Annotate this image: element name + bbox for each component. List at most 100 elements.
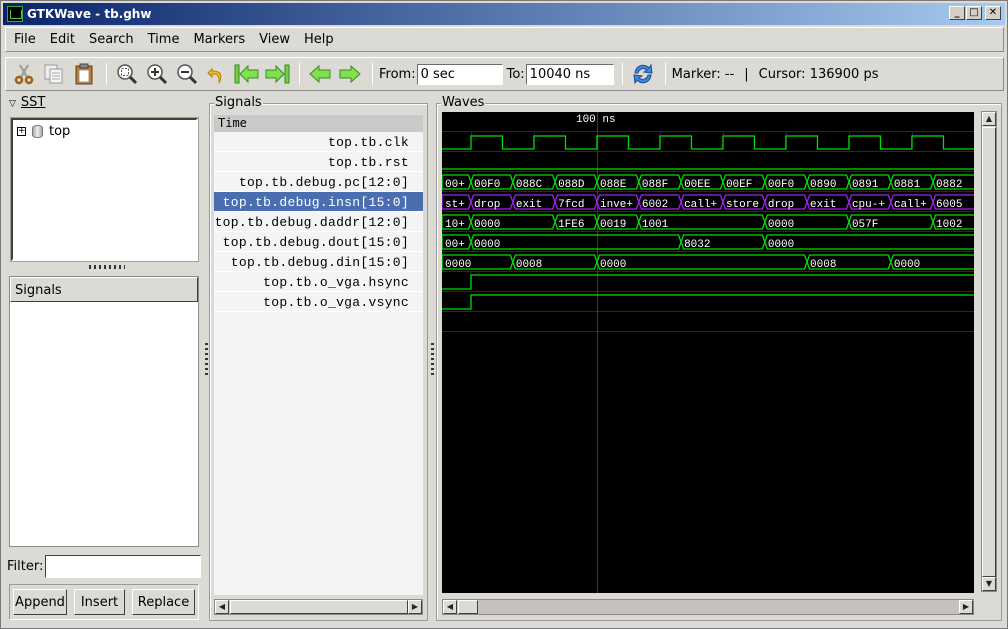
signal-row-vsync[interactable]: top.tb.o_vga.vsync (214, 292, 423, 312)
pc-value-label: 00F0 (474, 179, 500, 191)
scroll-thumb[interactable] (458, 600, 478, 614)
expand-icon[interactable]: + (17, 127, 26, 136)
din-value-label: 0000 (445, 259, 471, 271)
marker-readout: Marker: -- (671, 66, 735, 82)
to-input[interactable] (525, 63, 614, 85)
zoom-fit-icon (117, 64, 138, 85)
signal-row-pc[interactable]: top.tb.debug.pc[12:0] (214, 172, 423, 192)
signal-row-din[interactable]: top.tb.debug.din[15:0] (214, 252, 423, 272)
signals-hscrollbar[interactable]: ◀ ▶ (214, 599, 423, 615)
scroll-thumb[interactable] (230, 600, 408, 614)
signal-row-daddr[interactable]: top.tb.debug.daddr[12:0] (214, 212, 423, 232)
menu-edit[interactable]: Edit (50, 32, 75, 47)
pane-resize-handle[interactable] (89, 265, 125, 269)
scroll-thumb[interactable] (982, 127, 996, 577)
menu-view[interactable]: View (259, 32, 290, 47)
signal-row-hsync[interactable]: top.tb.o_vga.hsync (214, 272, 423, 292)
din-value-label: 0000 (894, 259, 920, 271)
daddr-value-label: 0000 (474, 219, 500, 231)
scroll-right-arrow-icon[interactable]: ▶ (408, 600, 422, 614)
toolbar-separator (664, 63, 666, 85)
waves-canvas[interactable]: 100 ns 00+ 00F0 088C 088D 088E 088F 00EE 00EF 00F… (442, 112, 974, 593)
maximize-button[interactable]: □ (966, 6, 982, 20)
pc-value-label: 088F (642, 179, 668, 191)
sst-signals-header[interactable]: Signals (10, 277, 198, 302)
pane-resize-handle[interactable] (431, 343, 434, 377)
close-button[interactable]: ✕ (985, 6, 1001, 20)
scroll-left-arrow-icon[interactable]: ◀ (215, 600, 229, 614)
menu-time[interactable]: Time (148, 32, 180, 47)
jump-start-button[interactable] (233, 60, 261, 88)
next-edge-button[interactable] (336, 60, 364, 88)
pc-value-label: 0881 (894, 179, 921, 191)
cut-button[interactable] (10, 60, 38, 88)
sst-signals-list[interactable]: Signals (9, 276, 199, 547)
waves-vscrollbar[interactable]: ▲ ▼ (981, 111, 997, 592)
signal-row-insn[interactable]: top.tb.debug.insn[15:0] (214, 192, 423, 212)
zoom-in-icon (147, 64, 168, 85)
daddr-value-label: 1FE6 (558, 219, 584, 231)
pc-value-label: 00F0 (768, 179, 794, 191)
sst-tree[interactable]: + top (11, 118, 198, 261)
signal-row-dout[interactable]: top.tb.debug.dout[15:0] (214, 232, 423, 252)
undo-zoom-icon (207, 67, 222, 84)
insert-button[interactable]: Insert (74, 589, 125, 615)
undo-zoom-button[interactable] (203, 60, 231, 88)
signal-row-clk[interactable]: top.tb.clk (214, 132, 423, 152)
daddr-value-label: 1001 (642, 219, 669, 231)
paste-button[interactable] (70, 60, 98, 88)
insn-value-label: inve+ (600, 199, 633, 211)
to-label: To: (506, 66, 525, 82)
signal-row-rst[interactable]: top.tb.rst (214, 152, 423, 172)
minimize-button[interactable]: _ (949, 6, 965, 20)
pane-resize-handle[interactable] (205, 343, 208, 377)
append-button[interactable]: Append (13, 589, 67, 615)
insn-value-label: store (726, 199, 759, 211)
insn-value-label: call+ (684, 199, 717, 211)
next-edge-icon (339, 64, 361, 84)
pc-value-label: 088D (558, 179, 585, 191)
scroll-up-arrow-icon[interactable]: ▲ (982, 112, 996, 126)
copy-button[interactable] (40, 60, 68, 88)
filter-input[interactable] (45, 555, 201, 578)
toolbar-separator (372, 63, 373, 85)
insn-value-label: 7fcd (558, 199, 584, 211)
scroll-left-arrow-icon[interactable]: ◀ (443, 600, 457, 614)
insn-value-label: drop (474, 199, 500, 211)
menu-search[interactable]: Search (89, 32, 134, 47)
hsync-waveform (442, 274, 974, 290)
zoom-out-button[interactable] (173, 60, 201, 88)
toolbar-separator (621, 63, 623, 85)
daddr-value-label: 0000 (768, 219, 794, 231)
insn-value-label: exit (516, 199, 542, 211)
replace-button[interactable]: Replace (132, 589, 195, 615)
sst-expander[interactable]: ▽ SST (9, 95, 45, 110)
ruler-label: 100 ns (576, 114, 616, 126)
tree-item-top[interactable]: + top (17, 124, 70, 139)
scroll-down-arrow-icon[interactable]: ▼ (982, 577, 996, 591)
jump-end-icon (265, 64, 290, 84)
daddr-value-label: 0019 (600, 219, 626, 231)
from-input[interactable] (416, 63, 503, 85)
prev-edge-button[interactable] (306, 60, 334, 88)
menu-markers[interactable]: Markers (193, 32, 245, 47)
waves-hscrollbar[interactable]: ◀ ▶ (442, 599, 974, 615)
window-title: GTKWave - tb.ghw (27, 7, 152, 21)
pc-value-label: 00EE (684, 179, 711, 191)
jump-end-button[interactable] (263, 60, 291, 88)
menu-help[interactable]: Help (304, 32, 334, 47)
scroll-right-arrow-icon[interactable]: ▶ (959, 600, 973, 614)
from-label: From: (379, 66, 416, 82)
zoom-fit-button[interactable] (113, 60, 141, 88)
menu-bar: File Edit Search Time Markers View Help (5, 27, 1004, 52)
reload-icon (633, 63, 653, 85)
insn-value-label: exit (810, 199, 836, 211)
gtkwave-app-icon (7, 6, 23, 22)
zoom-in-button[interactable] (143, 60, 171, 88)
pc-value-label: 00EF (726, 179, 752, 191)
jump-start-icon (234, 64, 259, 84)
time-header: Time (214, 115, 423, 132)
signals-pane[interactable]: Time top.tb.clk top.tb.rst top.tb.debug.… (214, 115, 423, 595)
reload-button[interactable] (629, 60, 657, 88)
menu-file[interactable]: File (14, 32, 36, 47)
